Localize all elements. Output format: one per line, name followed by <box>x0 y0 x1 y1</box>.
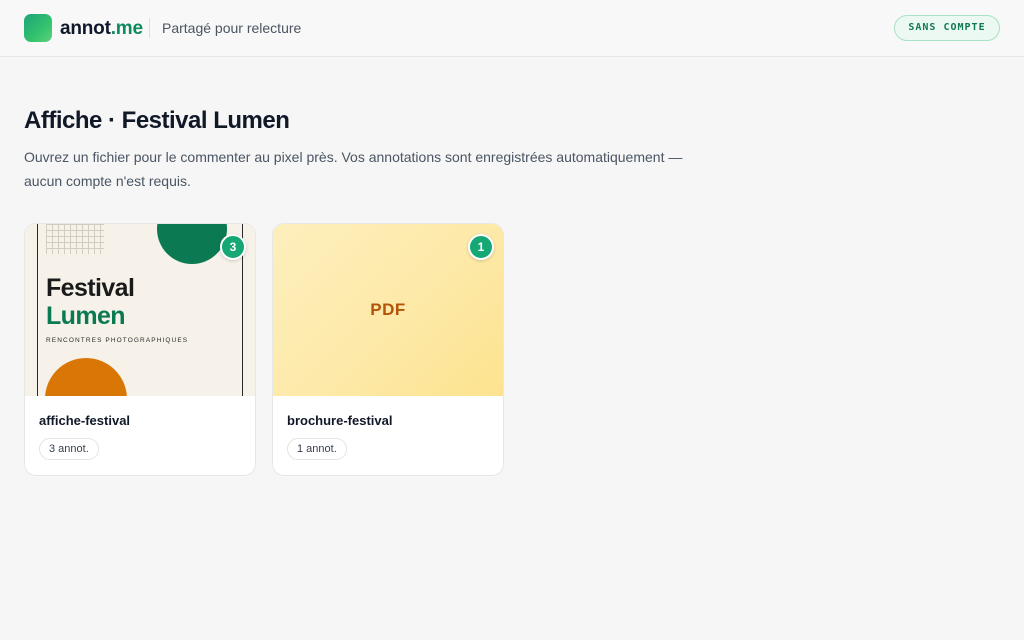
top-bar: annot.me Partagé pour relecture SANS COM… <box>0 0 1024 57</box>
annot-logo-icon[interactable] <box>24 14 52 42</box>
poster-title-line2: Lumen <box>46 302 126 330</box>
file-card-brochure-festival[interactable]: PDF 1 brochure-festival 1 annot. <box>272 223 504 476</box>
share-subtitle: Partagé pour relecture <box>162 20 302 36</box>
annotation-chip: 1 annot. <box>287 438 347 460</box>
poster-orange-circle <box>45 358 127 396</box>
file-thumbnail[interactable]: PDF 1 <box>273 224 503 396</box>
brand-name-main: annot <box>60 18 111 39</box>
brand-name-accent: .me <box>110 18 143 39</box>
brand-name[interactable]: annot.me <box>60 18 143 40</box>
annotation-chip: 3 annot. <box>39 438 99 460</box>
page-title: Affiche · Festival Lumen <box>24 107 290 134</box>
file-name: affiche-festival <box>39 413 131 428</box>
annotation-count-badge: 3 <box>220 234 246 260</box>
file-thumbnail[interactable]: Festival Lumen RENCONTRES PHOTOGRAPHIQUE… <box>25 224 255 396</box>
file-name: brochure-festival <box>287 413 393 428</box>
header-divider <box>149 18 150 38</box>
pdf-file-icon: PDF <box>370 300 406 319</box>
annotation-count-badge: 1 <box>468 234 494 260</box>
file-card-affiche-festival[interactable]: Festival Lumen RENCONTRES PHOTOGRAPHIQUE… <box>24 223 256 476</box>
poster-grid-pattern <box>46 224 104 254</box>
poster-tagline: RENCONTRES PHOTOGRAPHIQUES <box>46 337 189 344</box>
page-description: Ouvrez un fichier pour le commenter au p… <box>24 149 683 189</box>
account-badge: SANS COMPTE <box>894 15 1000 41</box>
poster-green-circle <box>157 224 227 264</box>
poster-title-line1: Festival <box>46 274 135 302</box>
poster-border-line-left <box>37 224 38 396</box>
